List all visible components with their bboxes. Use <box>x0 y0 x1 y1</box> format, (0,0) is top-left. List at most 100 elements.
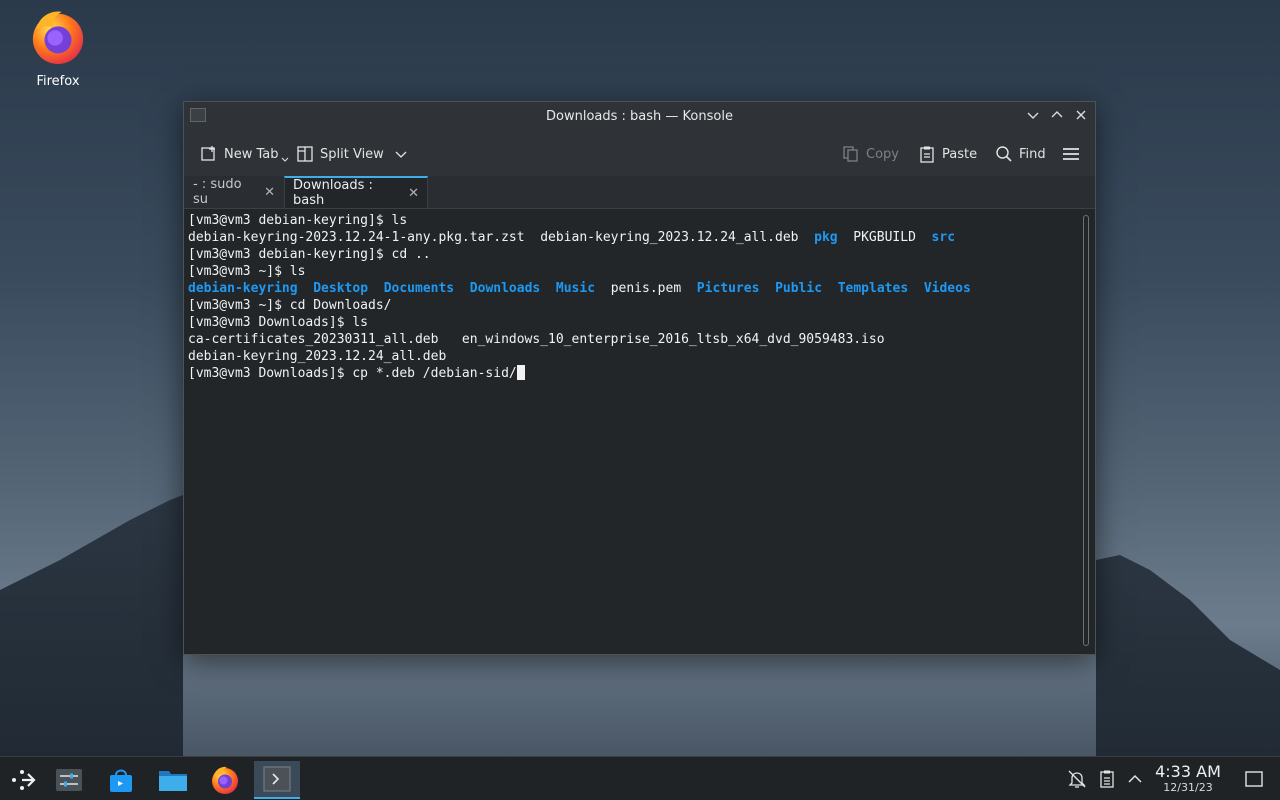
terminal-text: [vm3@vm3 Downloads]$ ls <box>188 315 369 330</box>
terminal-line: [vm3@vm3 ~]$ cd Downloads/ <box>188 297 1091 314</box>
terminal-line: [vm3@vm3 Downloads]$ ls <box>188 314 1091 331</box>
terminal-text: [vm3@vm3 ~]$ ls <box>188 264 306 279</box>
window-title: Downloads : bash — Konsole <box>546 109 733 124</box>
chevron-down-icon <box>281 157 288 162</box>
terminal-line: ca-certificates_20230311_all.deb en_wind… <box>188 331 1091 348</box>
new-tab-button[interactable]: New Tab <box>200 142 289 166</box>
tray-notifications[interactable] <box>1067 769 1087 789</box>
find-button[interactable]: Find <box>995 142 1046 166</box>
directory-name: src <box>931 230 956 245</box>
task-system-settings[interactable] <box>46 761 92 799</box>
hamburger-menu-icon <box>1063 148 1079 160</box>
task-discover[interactable] <box>98 761 144 799</box>
show-desktop-icon <box>1245 771 1263 787</box>
search-icon <box>996 146 1012 162</box>
task-dolphin[interactable] <box>150 761 196 799</box>
chevron-down-icon <box>1027 112 1039 119</box>
directory-name: Videos <box>923 281 971 296</box>
directory-name: debian-keyring <box>188 281 298 296</box>
terminal-line: [vm3@vm3 debian-keyring]$ cd .. <box>188 246 1091 263</box>
terminal-line: [vm3@vm3 Downloads]$ cp *.deb /debian-si… <box>188 365 1091 382</box>
find-label: Find <box>1019 146 1046 162</box>
new-tab-icon <box>201 146 215 161</box>
terminal-text: debian-keyring_2023.12.24_all.deb <box>188 349 447 364</box>
directory-name: Templates <box>837 281 909 296</box>
terminal-text: penis.pem <box>595 281 697 296</box>
digital-clock[interactable]: 4:33 AM 12/31/23 <box>1150 763 1226 795</box>
tab-label: Downloads : bash <box>293 178 373 208</box>
clock-time: 4:33 AM <box>1155 762 1221 781</box>
tab-sudo-su[interactable]: - : sudo su ✕ <box>185 176 283 208</box>
directory-name: Pictures <box>696 281 760 296</box>
folder-icon <box>159 771 187 791</box>
copy-label: Copy <box>866 146 899 162</box>
tray-clipboard[interactable] <box>1097 769 1117 789</box>
task-konsole[interactable] <box>254 761 300 799</box>
clipboard-icon <box>920 146 934 163</box>
chevron-down-icon <box>395 151 407 158</box>
directory-name: Documents <box>383 281 455 296</box>
split-view-label: Split View <box>320 146 384 162</box>
maximize-button[interactable] <box>1048 108 1066 126</box>
directory-name: Public <box>775 281 823 296</box>
firefox-icon <box>212 766 238 794</box>
show-desktop-button[interactable] <box>1244 769 1264 789</box>
task-application-launcher[interactable] <box>0 761 46 799</box>
terminal-text: debian-keyring-2023.12.24-1-any.pkg.tar.… <box>188 230 815 245</box>
task-firefox[interactable] <box>202 761 248 799</box>
clipboard-icon <box>1100 770 1114 788</box>
close-tab-icon[interactable]: ✕ <box>408 186 419 201</box>
terminal-cursor <box>516 365 525 380</box>
directory-name: Downloads <box>469 281 541 296</box>
terminal-line: [vm3@vm3 ~]$ ls <box>188 263 1091 280</box>
close-button[interactable] <box>1072 108 1090 126</box>
terminal-line: [vm3@vm3 debian-keyring]$ ls <box>188 212 1091 229</box>
directory-name: Desktop <box>313 281 369 296</box>
tab-bar: - : sudo su ✕ Downloads : bash ✕ <box>184 176 1095 209</box>
split-view-button[interactable]: Split View <box>296 142 408 166</box>
terminal-line: debian-keyring-2023.12.24-1-any.pkg.tar.… <box>188 229 1091 246</box>
close-icon <box>1076 110 1086 120</box>
directory-name: Music <box>555 281 596 296</box>
terminal-scrollbar[interactable] <box>1083 215 1089 646</box>
new-tab-label: New Tab <box>224 146 279 162</box>
close-tab-icon[interactable]: ✕ <box>264 185 275 200</box>
paste-button[interactable]: Paste <box>918 142 977 166</box>
tray-expand[interactable] <box>1125 769 1145 789</box>
hamburger-menu-button[interactable] <box>1062 142 1080 166</box>
split-view-icon <box>297 146 313 162</box>
copy-button[interactable]: Copy <box>842 142 899 166</box>
settings-sliders-icon <box>56 769 82 791</box>
firefox-icon <box>32 11 84 65</box>
terminal-text: [vm3@vm3 debian-keyring]$ cd .. <box>188 247 431 262</box>
terminal-text: [vm3@vm3 Downloads]$ cp *.deb /debian-si… <box>188 366 517 381</box>
terminal-icon <box>263 766 291 792</box>
copy-icon <box>843 146 858 162</box>
title-bar[interactable]: Downloads : bash — Konsole <box>184 102 1095 132</box>
toolbar: New Tab Split View Copy Paste Find <box>184 132 1095 176</box>
konsole-window[interactable]: Downloads : bash — Konsole New Tab Split… <box>183 101 1096 655</box>
bell-disturb-icon <box>1068 770 1086 788</box>
kde-launcher-icon <box>12 770 36 790</box>
tab-downloads-bash[interactable]: Downloads : bash ✕ <box>284 176 428 208</box>
terminal-line: debian-keyring Desktop Documents Downloa… <box>188 280 1091 297</box>
terminal-text: PKGBUILD <box>837 230 932 245</box>
terminal-line: debian-keyring_2023.12.24_all.deb <box>188 348 1091 365</box>
minimize-button[interactable] <box>1024 108 1042 126</box>
terminal-text: ca-certificates_20230311_all.deb en_wind… <box>188 332 885 347</box>
chevron-up-icon <box>1128 774 1142 783</box>
terminal-output[interactable]: [vm3@vm3 debian-keyring]$ ls debian-keyri… <box>184 209 1095 654</box>
terminal-text: [vm3@vm3 debian-keyring]$ ls <box>188 213 408 228</box>
chevron-up-icon <box>1051 111 1063 118</box>
desktop-icon-firefox[interactable]: Firefox <box>18 8 98 89</box>
tab-label: - : sudo su <box>193 177 242 207</box>
clock-date: 12/31/23 <box>1163 781 1213 794</box>
paste-label: Paste <box>942 146 978 162</box>
